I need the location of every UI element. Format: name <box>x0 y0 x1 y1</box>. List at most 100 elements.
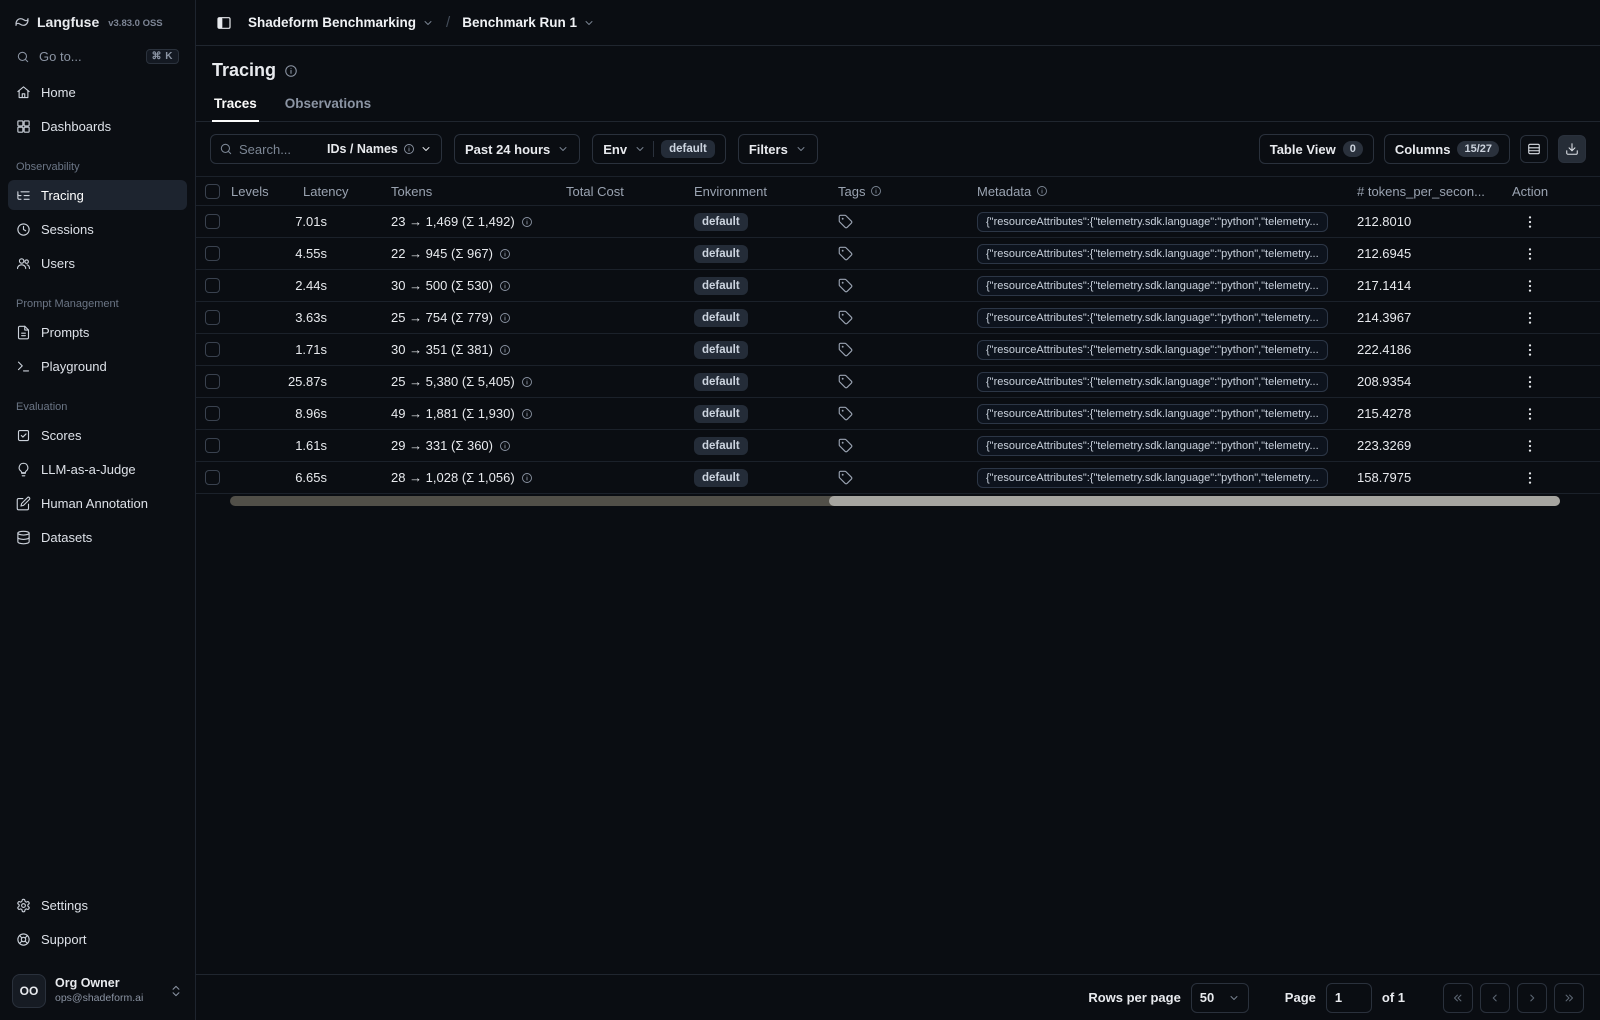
time-range-dropdown[interactable]: Past 24 hours <box>454 134 581 164</box>
table-row[interactable]: 6.65s 28 → 1,028 (Σ 1,056) default {"res… <box>196 462 1600 494</box>
org-switcher[interactable]: Shadeform Benchmarking <box>248 15 434 30</box>
horizontal-scrollbar[interactable] <box>230 496 1560 506</box>
sidebar-item-human-annotation[interactable]: Human Annotation <box>8 488 187 518</box>
row-checkbox[interactable] <box>205 278 220 293</box>
tag-icon[interactable] <box>838 406 853 421</box>
search-scope-dropdown[interactable]: IDs / Names <box>323 142 432 156</box>
info-icon[interactable] <box>521 376 533 388</box>
tag-icon[interactable] <box>838 278 853 293</box>
info-icon[interactable] <box>499 344 511 356</box>
sidebar-item-home[interactable]: Home <box>8 77 187 107</box>
table-row[interactable]: 1.61s 29 → 331 (Σ 360) default {"resourc… <box>196 430 1600 462</box>
sidebar-item-prompts[interactable]: Prompts <box>8 317 187 347</box>
sidebar-item-datasets[interactable]: Datasets <box>8 522 187 552</box>
info-icon[interactable] <box>284 64 298 78</box>
sidebar-item-scores[interactable]: Scores <box>8 420 187 450</box>
sidebar-item-settings[interactable]: Settings <box>8 890 187 920</box>
row-checkbox[interactable] <box>205 438 220 453</box>
column-header-latency[interactable]: Latency <box>303 184 391 199</box>
sidebar-item-tracing[interactable]: Tracing <box>8 180 187 210</box>
sidebar-item-sessions[interactable]: Sessions <box>8 214 187 244</box>
column-header-tokens[interactable]: Tokens <box>391 184 566 199</box>
goto-search[interactable]: Go to... ⌘ K <box>8 42 187 71</box>
export-button[interactable] <box>1558 135 1586 163</box>
column-header-tokens-per-second[interactable]: # tokens_per_secon... <box>1357 184 1512 199</box>
previous-page-button[interactable] <box>1480 982 1510 1013</box>
tag-icon[interactable] <box>838 438 853 453</box>
app-logo[interactable]: Langfuse v3.83.0 OSS <box>8 0 187 42</box>
select-all-checkbox[interactable] <box>205 183 220 199</box>
row-checkbox[interactable] <box>205 470 220 485</box>
sidebar-item-llm-as-a-judge[interactable]: LLM-as-a-Judge <box>8 454 187 484</box>
row-checkbox[interactable] <box>205 342 220 357</box>
sidebar-item-users[interactable]: Users <box>8 248 187 278</box>
action-cell <box>1512 470 1600 486</box>
columns-button[interactable]: Columns 15/27 <box>1383 134 1510 164</box>
sidebar-item-playground[interactable]: Playground <box>8 351 187 381</box>
tag-icon[interactable] <box>838 310 853 325</box>
row-checkbox[interactable] <box>205 246 220 261</box>
next-page-button[interactable] <box>1517 982 1547 1013</box>
row-checkbox[interactable] <box>205 374 220 389</box>
page-number-input[interactable] <box>1325 982 1372 1013</box>
row-checkbox[interactable] <box>205 214 220 229</box>
first-page-button[interactable] <box>1443 982 1473 1013</box>
ellipsis-vertical-icon[interactable] <box>1522 246 1538 262</box>
env-filter-dropdown[interactable]: Env default <box>592 134 726 164</box>
row-checkbox[interactable] <box>205 406 220 421</box>
column-header-environment[interactable]: Environment <box>694 184 838 199</box>
ellipsis-vertical-icon[interactable] <box>1522 374 1538 390</box>
table-row[interactable]: 1.71s 30 → 351 (Σ 381) default {"resourc… <box>196 334 1600 366</box>
ellipsis-vertical-icon[interactable] <box>1522 214 1538 230</box>
sidebar-toggle-button[interactable] <box>210 9 238 37</box>
table-row[interactable]: 8.96s 49 → 1,881 (Σ 1,930) default {"res… <box>196 398 1600 430</box>
ellipsis-vertical-icon[interactable] <box>1522 406 1538 422</box>
filters-dropdown[interactable]: Filters <box>737 134 818 164</box>
info-icon[interactable] <box>499 312 511 324</box>
ellipsis-vertical-icon[interactable] <box>1522 278 1538 294</box>
info-icon[interactable] <box>499 440 511 452</box>
ellipsis-vertical-icon[interactable] <box>1522 470 1538 486</box>
table-row[interactable]: 2.44s 30 → 500 (Σ 530) default {"resourc… <box>196 270 1600 302</box>
info-icon[interactable] <box>521 216 533 228</box>
sidebar-item-support[interactable]: Support <box>8 924 187 954</box>
tag-icon[interactable] <box>838 342 853 357</box>
project-switcher[interactable]: Benchmark Run 1 <box>462 15 595 30</box>
rows-per-page-select[interactable]: 50 <box>1190 982 1249 1013</box>
table-row[interactable]: 25.87s 25 → 5,380 (Σ 5,405) default {"re… <box>196 366 1600 398</box>
column-header-metadata[interactable]: Metadata <box>977 184 1357 199</box>
info-icon[interactable] <box>870 185 882 197</box>
info-icon[interactable] <box>1036 185 1048 197</box>
info-icon[interactable] <box>499 280 511 292</box>
column-header-tags[interactable]: Tags <box>838 184 977 199</box>
ellipsis-vertical-icon[interactable] <box>1522 310 1538 326</box>
tab-observations[interactable]: Observations <box>283 89 373 122</box>
ellipsis-vertical-icon[interactable] <box>1522 342 1538 358</box>
row-checkbox[interactable] <box>205 310 220 325</box>
tab-traces[interactable]: Traces <box>212 89 259 122</box>
sidebar-item-dashboards[interactable]: Dashboards <box>8 111 187 141</box>
tag-icon[interactable] <box>838 470 853 485</box>
table-row[interactable]: 7.01s 23 → 1,469 (Σ 1,492) default {"res… <box>196 206 1600 238</box>
search-input[interactable] <box>239 141 317 157</box>
tag-icon[interactable] <box>838 214 853 229</box>
tag-icon[interactable] <box>838 246 853 261</box>
info-icon[interactable] <box>521 472 533 484</box>
column-header-total-cost[interactable]: Total Cost <box>566 184 694 199</box>
search-box[interactable]: IDs / Names <box>210 134 442 164</box>
dashboards-icon <box>17 119 30 133</box>
sidebar-item-label: Tracing <box>41 187 84 203</box>
table-view-button[interactable]: Table View 0 <box>1258 134 1374 164</box>
info-icon[interactable] <box>521 408 533 420</box>
account-menu[interactable]: OO Org Owner ops@shadeform.ai <box>8 966 187 1010</box>
column-header-levels[interactable]: Levels <box>231 184 303 199</box>
row-height-button[interactable] <box>1520 135 1548 163</box>
ellipsis-vertical-icon[interactable] <box>1522 438 1538 454</box>
tag-icon[interactable] <box>838 374 853 389</box>
info-icon[interactable] <box>499 248 511 260</box>
scrollbar-thumb[interactable] <box>828 496 1560 506</box>
table-row[interactable]: 4.55s 22 → 945 (Σ 967) default {"resourc… <box>196 238 1600 270</box>
last-page-button[interactable] <box>1554 982 1584 1013</box>
table-row[interactable]: 3.63s 25 → 754 (Σ 779) default {"resourc… <box>196 302 1600 334</box>
info-icon[interactable] <box>403 143 415 155</box>
